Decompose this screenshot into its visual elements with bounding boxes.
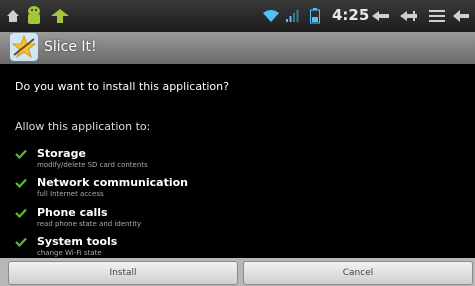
back-icon[interactable]: [452, 0, 470, 32]
check-icon: [15, 149, 27, 159]
check-icon: [15, 178, 27, 188]
status-time: 4:25: [332, 6, 370, 24]
permission-description: read phone state and identity: [37, 220, 142, 228]
volume-up-icon[interactable]: [398, 0, 420, 32]
permission-item-storage: Storage modify/delete SD card contents: [15, 147, 315, 177]
allow-heading: Allow this application to:: [15, 120, 151, 133]
menu-icon[interactable]: [428, 0, 446, 32]
volume-down-icon[interactable]: [370, 0, 392, 32]
permission-title: Network communication: [37, 176, 189, 189]
android-debug-icon: [24, 0, 44, 32]
permission-title: Phone calls: [37, 206, 108, 219]
install-button[interactable]: Install: [8, 261, 238, 285]
slice-it-app-icon: [10, 33, 38, 61]
permission-title: Storage: [37, 147, 86, 160]
permission-description: full Internet access: [37, 190, 104, 198]
permission-item-phone-calls: Phone calls read phone state and identit…: [15, 206, 315, 236]
wifi-icon: [262, 0, 280, 32]
permission-description: change Wi-Fi state: [37, 249, 102, 257]
battery-icon: [308, 0, 322, 32]
download-icon: [48, 0, 72, 32]
signal-icon: [284, 0, 300, 32]
install-question: Do you want to install this application?: [15, 80, 229, 93]
permission-title: System tools: [37, 235, 118, 248]
cancel-button[interactable]: Cancel: [243, 261, 473, 285]
check-icon: [15, 208, 27, 218]
home-icon[interactable]: [6, 0, 20, 32]
app-title: Slice It!: [44, 39, 97, 55]
permission-item-network: Network communication full Internet acce…: [15, 176, 315, 206]
check-icon: [15, 237, 27, 247]
permission-description: modify/delete SD card contents: [37, 161, 148, 169]
